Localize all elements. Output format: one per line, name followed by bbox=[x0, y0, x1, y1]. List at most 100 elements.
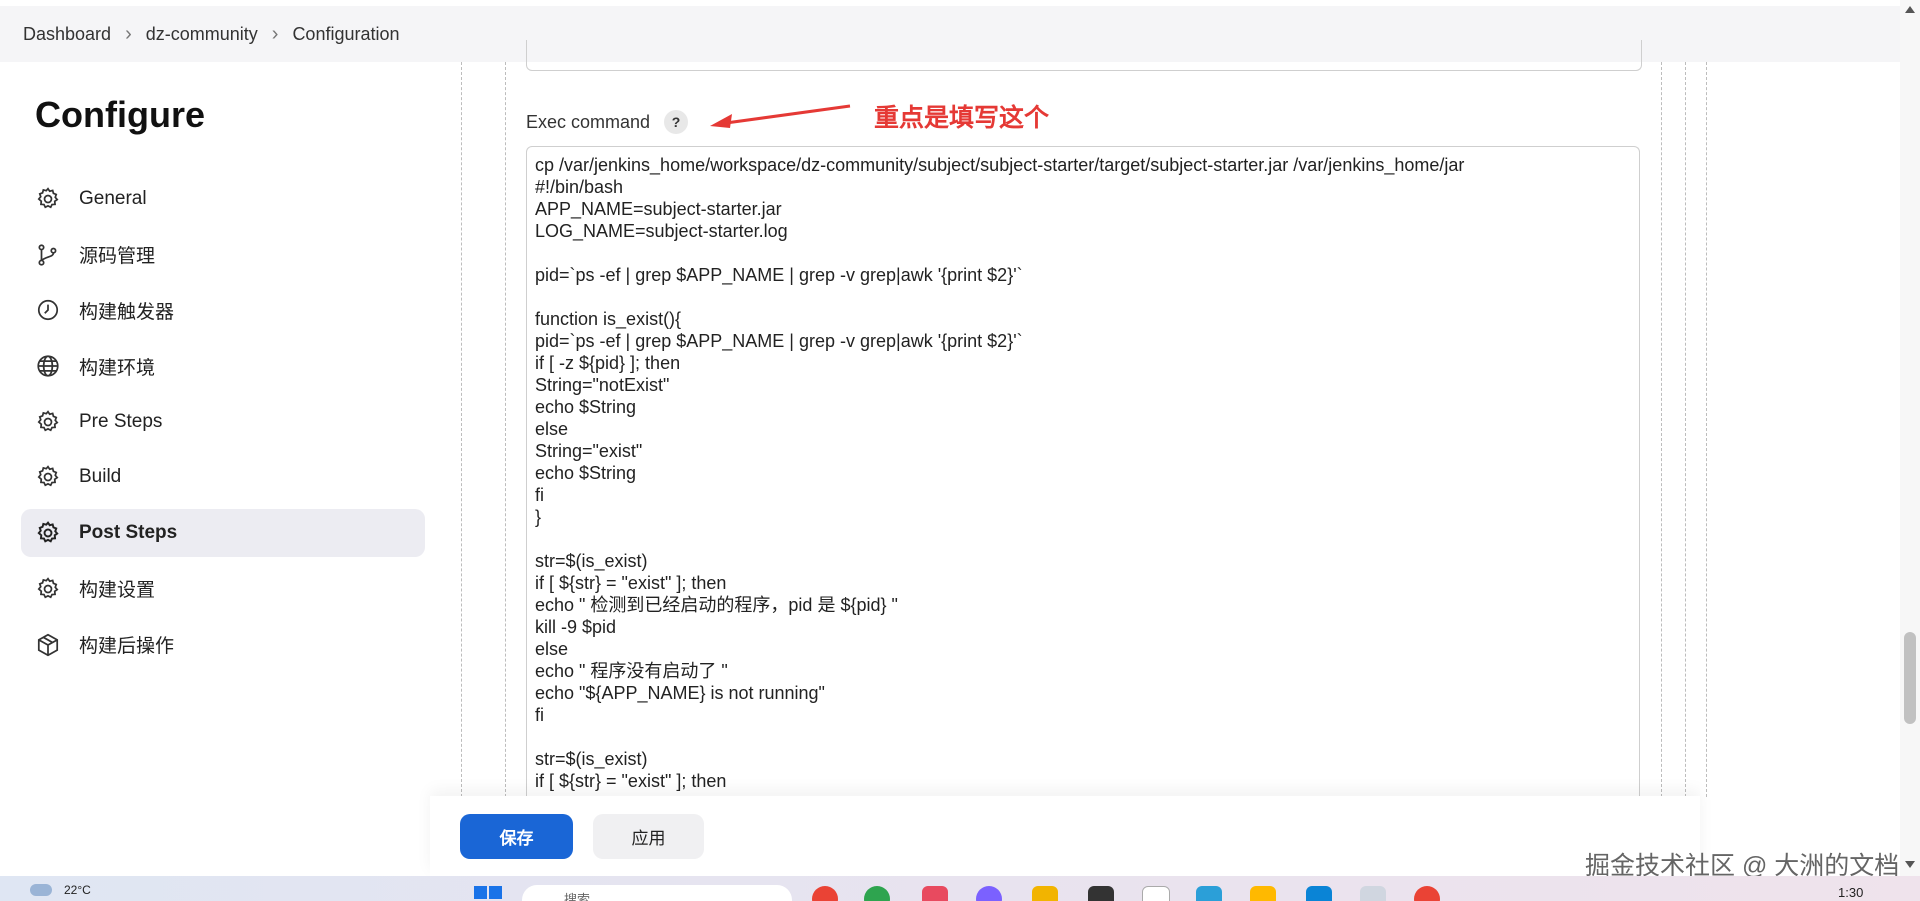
code-line: echo " 程序没有启动了 " bbox=[535, 661, 728, 681]
jetbrains-icon[interactable] bbox=[1088, 886, 1114, 901]
code-line: echo $String bbox=[535, 463, 637, 483]
code-line: } bbox=[535, 507, 542, 527]
globe-icon bbox=[35, 353, 61, 379]
code-line: String="exist" bbox=[535, 441, 643, 461]
breadcrumb-project[interactable]: dz-community bbox=[146, 24, 258, 45]
gear-icon bbox=[35, 576, 61, 602]
app-icon[interactable] bbox=[976, 886, 1002, 901]
previous-field-input[interactable] bbox=[526, 40, 1642, 71]
clock-icon bbox=[35, 297, 61, 323]
gear-icon bbox=[35, 520, 61, 546]
breadcrumb-dashboard[interactable]: Dashboard bbox=[23, 24, 111, 45]
page-title: Configure bbox=[35, 94, 205, 135]
code-line: fi bbox=[535, 485, 544, 505]
code-line: function is_exist(){ bbox=[535, 309, 682, 329]
sidebar-item-source-control[interactable]: 源码管理 bbox=[21, 231, 425, 279]
cloud-icon bbox=[30, 884, 52, 896]
gear-icon bbox=[35, 186, 61, 212]
windows-start-icon[interactable] bbox=[474, 886, 502, 901]
chrome-icon[interactable] bbox=[812, 886, 838, 901]
scrollbar-thumb[interactable] bbox=[1904, 632, 1916, 724]
chevron-right-icon: › bbox=[125, 22, 132, 45]
code-line: else bbox=[535, 419, 569, 439]
section-frame-line bbox=[1706, 62, 1707, 797]
code-line: else bbox=[535, 639, 569, 659]
sidebar-item-label: 构建后操作 bbox=[79, 636, 175, 657]
sidebar-item-build-triggers[interactable]: 构建触发器 bbox=[21, 286, 425, 334]
section-frame-line bbox=[461, 62, 462, 797]
app-icon[interactable] bbox=[1360, 886, 1386, 901]
page-scrollbar[interactable] bbox=[1900, 0, 1920, 876]
code-line: str=$(is_exist) bbox=[535, 551, 648, 571]
gear-icon bbox=[35, 409, 61, 435]
sidebar-item-post-build-actions[interactable]: 构建后操作 bbox=[21, 621, 425, 669]
code-line: fi bbox=[535, 705, 544, 725]
wechat-icon[interactable] bbox=[864, 886, 890, 901]
sidebar-item-label: 构建触发器 bbox=[79, 301, 175, 323]
sidebar-item-label: Pre Steps bbox=[79, 410, 163, 432]
help-icon[interactable]: ? bbox=[664, 110, 689, 134]
app-icon[interactable] bbox=[1250, 886, 1276, 901]
taskbar: 22°C 搜索 1:30 bbox=[0, 876, 1920, 901]
section-frame-line bbox=[505, 62, 506, 797]
sidebar-item-general[interactable]: General bbox=[21, 175, 425, 223]
sidebar-item-label: 构建设置 bbox=[79, 580, 156, 602]
section-frame-line bbox=[1661, 62, 1662, 797]
exec-command-label: Exec command ? bbox=[526, 110, 689, 134]
code-line: LOG_NAME=subject-starter.log bbox=[535, 221, 788, 241]
annotation-text: 重点是填写这个 bbox=[874, 104, 1050, 132]
weather-widget[interactable]: 22°C bbox=[30, 883, 91, 897]
code-line: str=$(is_exist) bbox=[535, 749, 648, 769]
code-line: if [ ${str} = "exist" ]; then bbox=[535, 573, 727, 593]
exec-command-label-text: Exec command bbox=[526, 111, 651, 132]
vscode-icon[interactable] bbox=[1196, 886, 1222, 901]
save-button[interactable]: 保存 bbox=[460, 814, 573, 859]
apply-button[interactable]: 应用 bbox=[593, 814, 704, 859]
scroll-down-icon[interactable] bbox=[1905, 861, 1915, 868]
code-line: pid=`ps -ef | grep $APP_NAME | grep -v g… bbox=[535, 265, 1023, 285]
browser-icon[interactable] bbox=[1414, 886, 1440, 901]
sidebar-item-build-environment[interactable]: 构建环境 bbox=[21, 342, 425, 390]
code-line: kill -9 $pid bbox=[535, 617, 617, 637]
code-line: echo $String bbox=[535, 397, 637, 417]
code-line: #!/bin/bash bbox=[535, 177, 624, 197]
sidebar-item-build[interactable]: Build bbox=[21, 453, 425, 501]
sidebar-item-label: 构建环境 bbox=[79, 357, 156, 379]
weather-temperature: 22°C bbox=[64, 883, 91, 897]
annotation-arrow-icon bbox=[710, 104, 851, 128]
scroll-up-icon[interactable] bbox=[1905, 6, 1915, 13]
sidebar-item-label: 源码管理 bbox=[79, 246, 156, 268]
exec-command-textarea[interactable]: cp /var/jenkins_home/workspace/dz-commun… bbox=[526, 146, 1640, 806]
code-line: if [ -z ${pid} ]; then bbox=[535, 353, 681, 373]
branch-icon bbox=[35, 242, 61, 268]
taskbar-search-input[interactable]: 搜索 bbox=[522, 885, 792, 901]
sidebar-item-label: General bbox=[79, 188, 147, 209]
sidebar-item-label: Build bbox=[79, 466, 122, 488]
folder-icon[interactable] bbox=[1032, 886, 1058, 901]
sidebar-item-pre-steps[interactable]: Pre Steps bbox=[21, 398, 425, 446]
chevron-right-icon: › bbox=[271, 22, 279, 45]
package-icon bbox=[35, 632, 61, 658]
code-line: echo " 检测到已经启动的程序，pid 是 ${pid} " bbox=[535, 595, 898, 615]
search-placeholder: 搜索 bbox=[564, 892, 591, 901]
typora-icon[interactable] bbox=[1142, 886, 1170, 901]
app-icon[interactable] bbox=[1306, 886, 1332, 901]
code-line: APP_NAME=subject-starter.jar bbox=[535, 199, 782, 219]
section-frame-line bbox=[1685, 62, 1686, 797]
code-line: cp /var/jenkins_home/workspace/dz-commun… bbox=[535, 155, 1465, 175]
app-icon[interactable] bbox=[922, 886, 948, 901]
gear-icon bbox=[35, 464, 61, 490]
code-line: String="notExist" bbox=[535, 375, 670, 395]
breadcrumb-configuration[interactable]: Configuration bbox=[292, 24, 399, 45]
sidebar-item-post-steps[interactable]: Post Steps bbox=[21, 509, 425, 558]
code-line: if [ ${str} = "exist" ]; then bbox=[535, 771, 727, 791]
sidebar-item-build-settings[interactable]: 构建设置 bbox=[21, 565, 425, 613]
sidebar: General 源码管理 构建触发器 构建环境 Pre Steps Build bbox=[21, 175, 425, 676]
sidebar-item-label: Post Steps bbox=[79, 522, 178, 544]
code-line: pid=`ps -ef | grep $APP_NAME | grep -v g… bbox=[535, 331, 1023, 351]
code-line: echo "${APP_NAME} is not running" bbox=[535, 683, 825, 703]
